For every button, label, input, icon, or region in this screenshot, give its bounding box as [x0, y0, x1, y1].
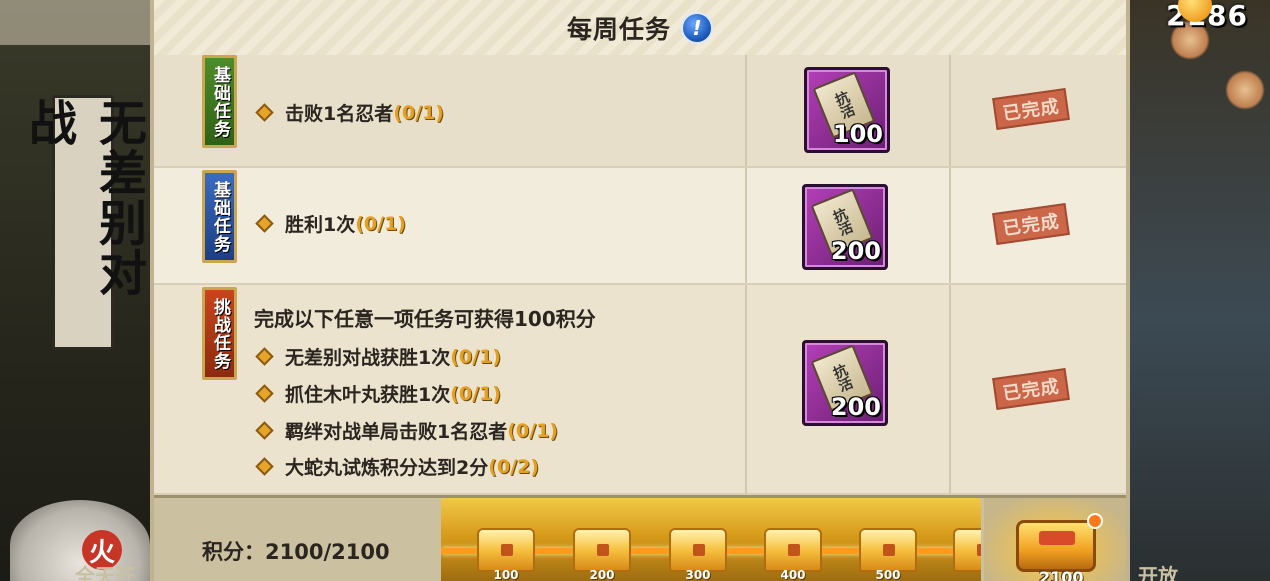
- column-divider: [745, 285, 747, 493]
- treasure-chest-icon[interactable]: [669, 528, 727, 572]
- weekly-task-panel: 每周任务 ! 基础任务 击败1名忍者 (0/1) 抗活 100 已完成 基础任务…: [150, 0, 1130, 581]
- reward-item[interactable]: 抗活 200: [802, 184, 888, 270]
- category-tag-basic: 基础任务: [202, 170, 237, 263]
- final-treasure-chest-icon[interactable]: [1016, 513, 1103, 572]
- task-text: 羁绊对战单局击败1名忍者: [285, 421, 508, 443]
- panel-header: 每周任务 !: [154, 0, 1126, 55]
- chest-label: 400: [780, 568, 806, 581]
- score-value: 2100/2100: [265, 540, 390, 564]
- score-bar: 积分：2100/2100 100 200 300 400 500 2100: [154, 495, 1126, 581]
- column-divider: [949, 55, 951, 166]
- task-progress: (0/1): [393, 101, 444, 124]
- completed-stamp: 已完成: [992, 368, 1070, 410]
- task-text: 无差别对战获胜1次: [285, 347, 451, 369]
- score-display: 积分：2100/2100: [202, 536, 390, 566]
- diamond-bullet-icon: [255, 103, 274, 122]
- score-label: 积分：: [202, 540, 265, 564]
- challenge-description: 完成以下任意一项任务可获得100积分: [254, 307, 596, 331]
- column-divider: [745, 168, 747, 283]
- currency-display: 2186: [1150, 0, 1270, 32]
- diamond-bullet-icon: [255, 214, 274, 233]
- completed-stamp: 已完成: [992, 203, 1070, 245]
- column-divider: [745, 55, 747, 166]
- task-item: 胜利1次 (0/1): [255, 210, 406, 237]
- treasure-chest-icon[interactable]: [764, 528, 822, 572]
- notification-dot-icon: [1087, 513, 1103, 529]
- background-left-caption: 全天开: [75, 564, 135, 581]
- task-row-basic-1: 基础任务 击败1名忍者 (0/1) 抗活 100 已完成: [154, 55, 1126, 168]
- reward-amount: 200: [830, 237, 881, 265]
- diamond-bullet-icon: [255, 347, 274, 366]
- final-chest-label: 2100: [1039, 568, 1084, 581]
- task-item: 无差别对战获胜1次 (0/1): [255, 343, 501, 370]
- task-item: 大蛇丸试炼积分达到2分 (0/2): [255, 453, 539, 480]
- top-decoration: [0, 0, 150, 45]
- background-right-art: [1130, 0, 1270, 581]
- background-right-caption: 开放: [1138, 564, 1178, 581]
- background-left-art: 无差别对战 火: [0, 0, 150, 581]
- task-text: 击败1名忍者: [285, 103, 394, 125]
- task-progress: (0/2): [488, 455, 539, 478]
- task-progress: (0/1): [450, 345, 501, 368]
- category-tag-basic: 基础任务: [202, 55, 237, 148]
- task-progress: (0/1): [507, 419, 558, 442]
- task-row-challenge: 挑战任务 完成以下任意一项任务可获得100积分 无差别对战获胜1次 (0/1) …: [154, 285, 1126, 495]
- task-text: 大蛇丸试炼积分达到2分: [285, 457, 489, 479]
- task-text: 抓住木叶丸获胜1次: [285, 384, 451, 406]
- mode-banner: 无差别对战: [20, 95, 146, 350]
- reward-item[interactable]: 抗活 100: [804, 67, 890, 153]
- info-icon[interactable]: !: [681, 11, 713, 44]
- column-divider: [949, 285, 951, 493]
- treasure-chest-icon[interactable]: [859, 528, 917, 572]
- task-item: 羁绊对战单局击败1名忍者 (0/1): [255, 417, 558, 444]
- reward-amount: 100: [832, 120, 883, 148]
- chest-progress-track: 100 200 300 400 500: [441, 498, 981, 581]
- reward-item[interactable]: 抗活 200: [802, 340, 888, 426]
- task-progress: (0/1): [450, 382, 501, 405]
- chest-label: 100: [493, 568, 519, 581]
- task-item: 击败1名忍者 (0/1): [255, 99, 444, 126]
- completed-stamp: 已完成: [992, 88, 1070, 130]
- reward-amount: 200: [830, 393, 881, 421]
- task-item: 抓住木叶丸获胜1次 (0/1): [255, 380, 501, 407]
- task-row-basic-2: 基础任务 胜利1次 (0/1) 抗活 200 已完成: [154, 168, 1126, 285]
- chest-lock: [1039, 531, 1075, 545]
- panel-title: 每周任务: [566, 14, 671, 44]
- diamond-bullet-icon: [255, 457, 274, 476]
- diamond-bullet-icon: [255, 421, 274, 440]
- treasure-chest-icon[interactable]: [477, 528, 535, 572]
- chest-label: 200: [589, 568, 615, 581]
- diamond-bullet-icon: [255, 384, 274, 403]
- column-divider: [949, 168, 951, 283]
- treasure-chest-icon[interactable]: [953, 528, 981, 572]
- chest-label: 500: [875, 568, 901, 581]
- category-tag-challenge: 挑战任务: [202, 287, 237, 380]
- task-text: 胜利1次: [285, 214, 356, 236]
- task-progress: (0/1): [355, 212, 406, 235]
- flower-decoration-icon: [1225, 70, 1265, 110]
- chest-label: 300: [685, 568, 711, 581]
- treasure-chest-icon[interactable]: [573, 528, 631, 572]
